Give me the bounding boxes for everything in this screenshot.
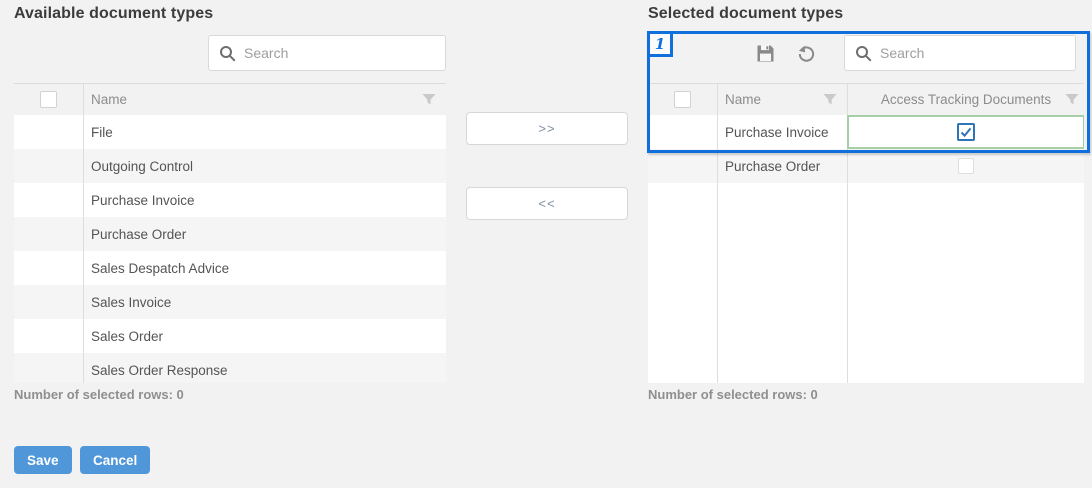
filter-icon[interactable] <box>422 93 436 106</box>
select-all-checkbox[interactable] <box>674 91 691 108</box>
undo-button[interactable] <box>795 42 817 64</box>
selected-table-header: Name Access Tracking Documents <box>648 83 1084 115</box>
filter-icon[interactable] <box>1065 93 1079 106</box>
move-right-button[interactable]: >> <box>466 112 628 145</box>
selected-rows-count: Number of selected rows: 0 <box>648 387 818 402</box>
table-row[interactable]: Purchase Order <box>14 217 446 251</box>
search-icon <box>855 45 872 62</box>
search-icon <box>219 45 236 62</box>
select-all-checkbox[interactable] <box>40 91 57 108</box>
row-name: Purchase Order <box>91 227 186 242</box>
row-name: Purchase Invoice <box>91 193 195 208</box>
available-table: Name File Outgoing Control Purchase Invo… <box>14 83 446 383</box>
table-row[interactable]: Sales Order <box>14 319 446 353</box>
available-types-title: Available document types <box>14 5 213 23</box>
column-divider <box>717 83 718 383</box>
selected-search-box <box>844 35 1076 71</box>
save-icon <box>756 44 775 63</box>
selected-search-input[interactable] <box>880 45 1065 61</box>
name-column-header[interactable]: Name <box>725 92 761 107</box>
annotation-badge: 1 <box>647 31 673 57</box>
table-row[interactable]: Sales Order Response <box>14 353 446 383</box>
row-name: Sales Despatch Advice <box>91 261 229 276</box>
empty-table-body <box>648 183 1084 383</box>
undo-icon <box>797 44 816 63</box>
available-search-box <box>208 35 446 71</box>
selected-types-title: Selected document types <box>648 5 843 23</box>
available-search-input[interactable] <box>244 45 435 61</box>
move-left-button[interactable]: << <box>466 187 628 220</box>
row-name: Outgoing Control <box>91 159 193 174</box>
access-tracking-checkbox[interactable] <box>958 158 974 174</box>
name-column-header[interactable]: Name <box>91 92 127 107</box>
table-row[interactable]: File <box>14 115 446 149</box>
row-name: Purchase Invoice <box>725 125 829 140</box>
table-row[interactable]: Sales Invoice <box>14 285 446 319</box>
column-divider <box>83 83 84 383</box>
cancel-button[interactable]: Cancel <box>80 446 150 474</box>
access-tracking-checkbox[interactable] <box>957 123 975 141</box>
save-button[interactable]: Save <box>14 446 72 474</box>
table-row[interactable]: Purchase Invoice <box>648 115 1084 149</box>
selected-table: Name Access Tracking Documents Purchase … <box>648 83 1084 383</box>
table-row[interactable]: Sales Despatch Advice <box>14 251 446 285</box>
filter-icon[interactable] <box>823 93 837 106</box>
focused-cell[interactable] <box>847 115 1084 149</box>
access-tracking-column-header[interactable]: Access Tracking Documents <box>881 92 1051 107</box>
row-name: Sales Invoice <box>91 295 171 310</box>
row-name: File <box>91 125 113 140</box>
row-name: Purchase Order <box>725 159 820 174</box>
save-grid-button[interactable] <box>754 42 776 64</box>
row-name: Sales Order Response <box>91 363 228 378</box>
table-row[interactable]: Purchase Order <box>648 149 1084 183</box>
available-selected-rows-count: Number of selected rows: 0 <box>14 387 184 402</box>
table-row[interactable]: Purchase Invoice <box>14 183 446 217</box>
table-row[interactable]: Outgoing Control <box>14 149 446 183</box>
available-table-header: Name <box>14 83 446 115</box>
row-name: Sales Order <box>91 329 163 344</box>
